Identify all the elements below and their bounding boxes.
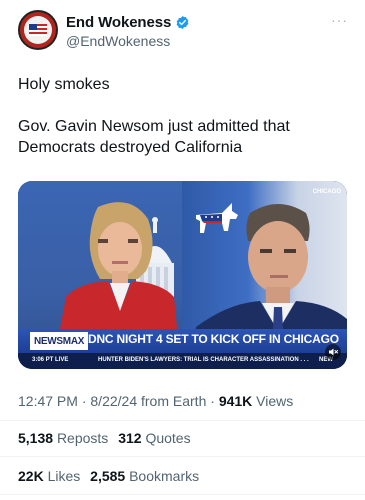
more-icon[interactable]: ··· — [331, 12, 348, 28]
avatar-flag-icon — [29, 24, 47, 36]
author-handle[interactable]: @EndWokeness — [66, 33, 170, 49]
newsmax-logo: NEWSMAX — [30, 332, 89, 350]
divider-1 — [0, 420, 365, 421]
engagement-row-2: 22K Likes 2,585 Bookmarks — [18, 468, 199, 484]
likes-label: Likes — [47, 468, 81, 484]
name-row: End Wokeness — [66, 14, 190, 31]
speaker-muted-icon[interactable] — [325, 344, 341, 360]
newsmax-logo-text: NEWSMAX — [34, 335, 85, 347]
tweet-date[interactable]: 8/22/24 — [90, 393, 137, 409]
headline-text: DNC NIGHT 4 SET TO KICK OFF IN CHICAGO — [88, 332, 339, 346]
ticker-bar: 3:06 PT LIVE HUNTER BIDEN'S LAWYERS: TRI… — [18, 353, 347, 369]
headline-bar: NEWSMAX DNC NIGHT 4 SET TO KICK OFF IN C… — [18, 329, 347, 353]
tweet-time[interactable]: 12:47 PM — [18, 393, 78, 409]
tweet-meta: 12:47 PM · 8/22/24 from Earth · 941K Vie… — [18, 393, 293, 409]
reposts-label: Reposts — [56, 430, 109, 446]
bookmarks-label: Bookmarks — [129, 468, 200, 484]
quotes-count: 312 — [118, 430, 142, 446]
video-media[interactable]: CHICAGO NEWSMAX DNC NIGHT 4 SET TO KICK … — [18, 181, 347, 369]
verified-badge-icon — [176, 15, 189, 30]
tweet-header: End Wokeness @EndWokeness ··· — [18, 10, 348, 56]
tweet-line-1: Holy smokes — [18, 76, 110, 93]
bookmarks-stat[interactable]: 2,585 Bookmarks — [90, 468, 199, 484]
quotes-stat[interactable]: 312 Quotes — [118, 430, 190, 446]
time-live-label: 3:06 PT LIVE — [32, 357, 69, 363]
bookmarks-count: 2,585 — [90, 468, 126, 484]
likes-count: 22K — [18, 468, 44, 484]
likes-stat[interactable]: 22K Likes — [18, 468, 80, 484]
tweet-source: from Earth — [141, 393, 207, 409]
meta-dot-2: · — [210, 393, 219, 409]
views-count: 941K — [218, 393, 253, 409]
divider-3 — [0, 494, 365, 495]
engagement-row-1: 5,138 Reposts 312 Quotes — [18, 430, 191, 446]
author-name[interactable]: End Wokeness — [66, 14, 171, 31]
divider-2 — [0, 456, 365, 457]
tweet-line-2: Gov. Gavin Newsom just admitted that Dem… — [18, 118, 290, 156]
avatar[interactable] — [18, 10, 58, 50]
reposts-stat[interactable]: 5,138 Reposts — [18, 430, 108, 446]
woman-anchor-image — [58, 202, 178, 339]
reposts-count: 5,138 — [18, 430, 54, 446]
tweet-text: Holy smokes Gov. Gavin Newsom just admit… — [18, 74, 348, 158]
ticker-text: HUNTER BIDEN'S LAWYERS: TRIAL IS CHARACT… — [98, 357, 309, 363]
lower-third: NEWSMAX DNC NIGHT 4 SET TO KICK OFF IN C… — [18, 329, 347, 369]
quotes-label: Quotes — [145, 430, 191, 446]
views-label: Views — [256, 393, 294, 409]
